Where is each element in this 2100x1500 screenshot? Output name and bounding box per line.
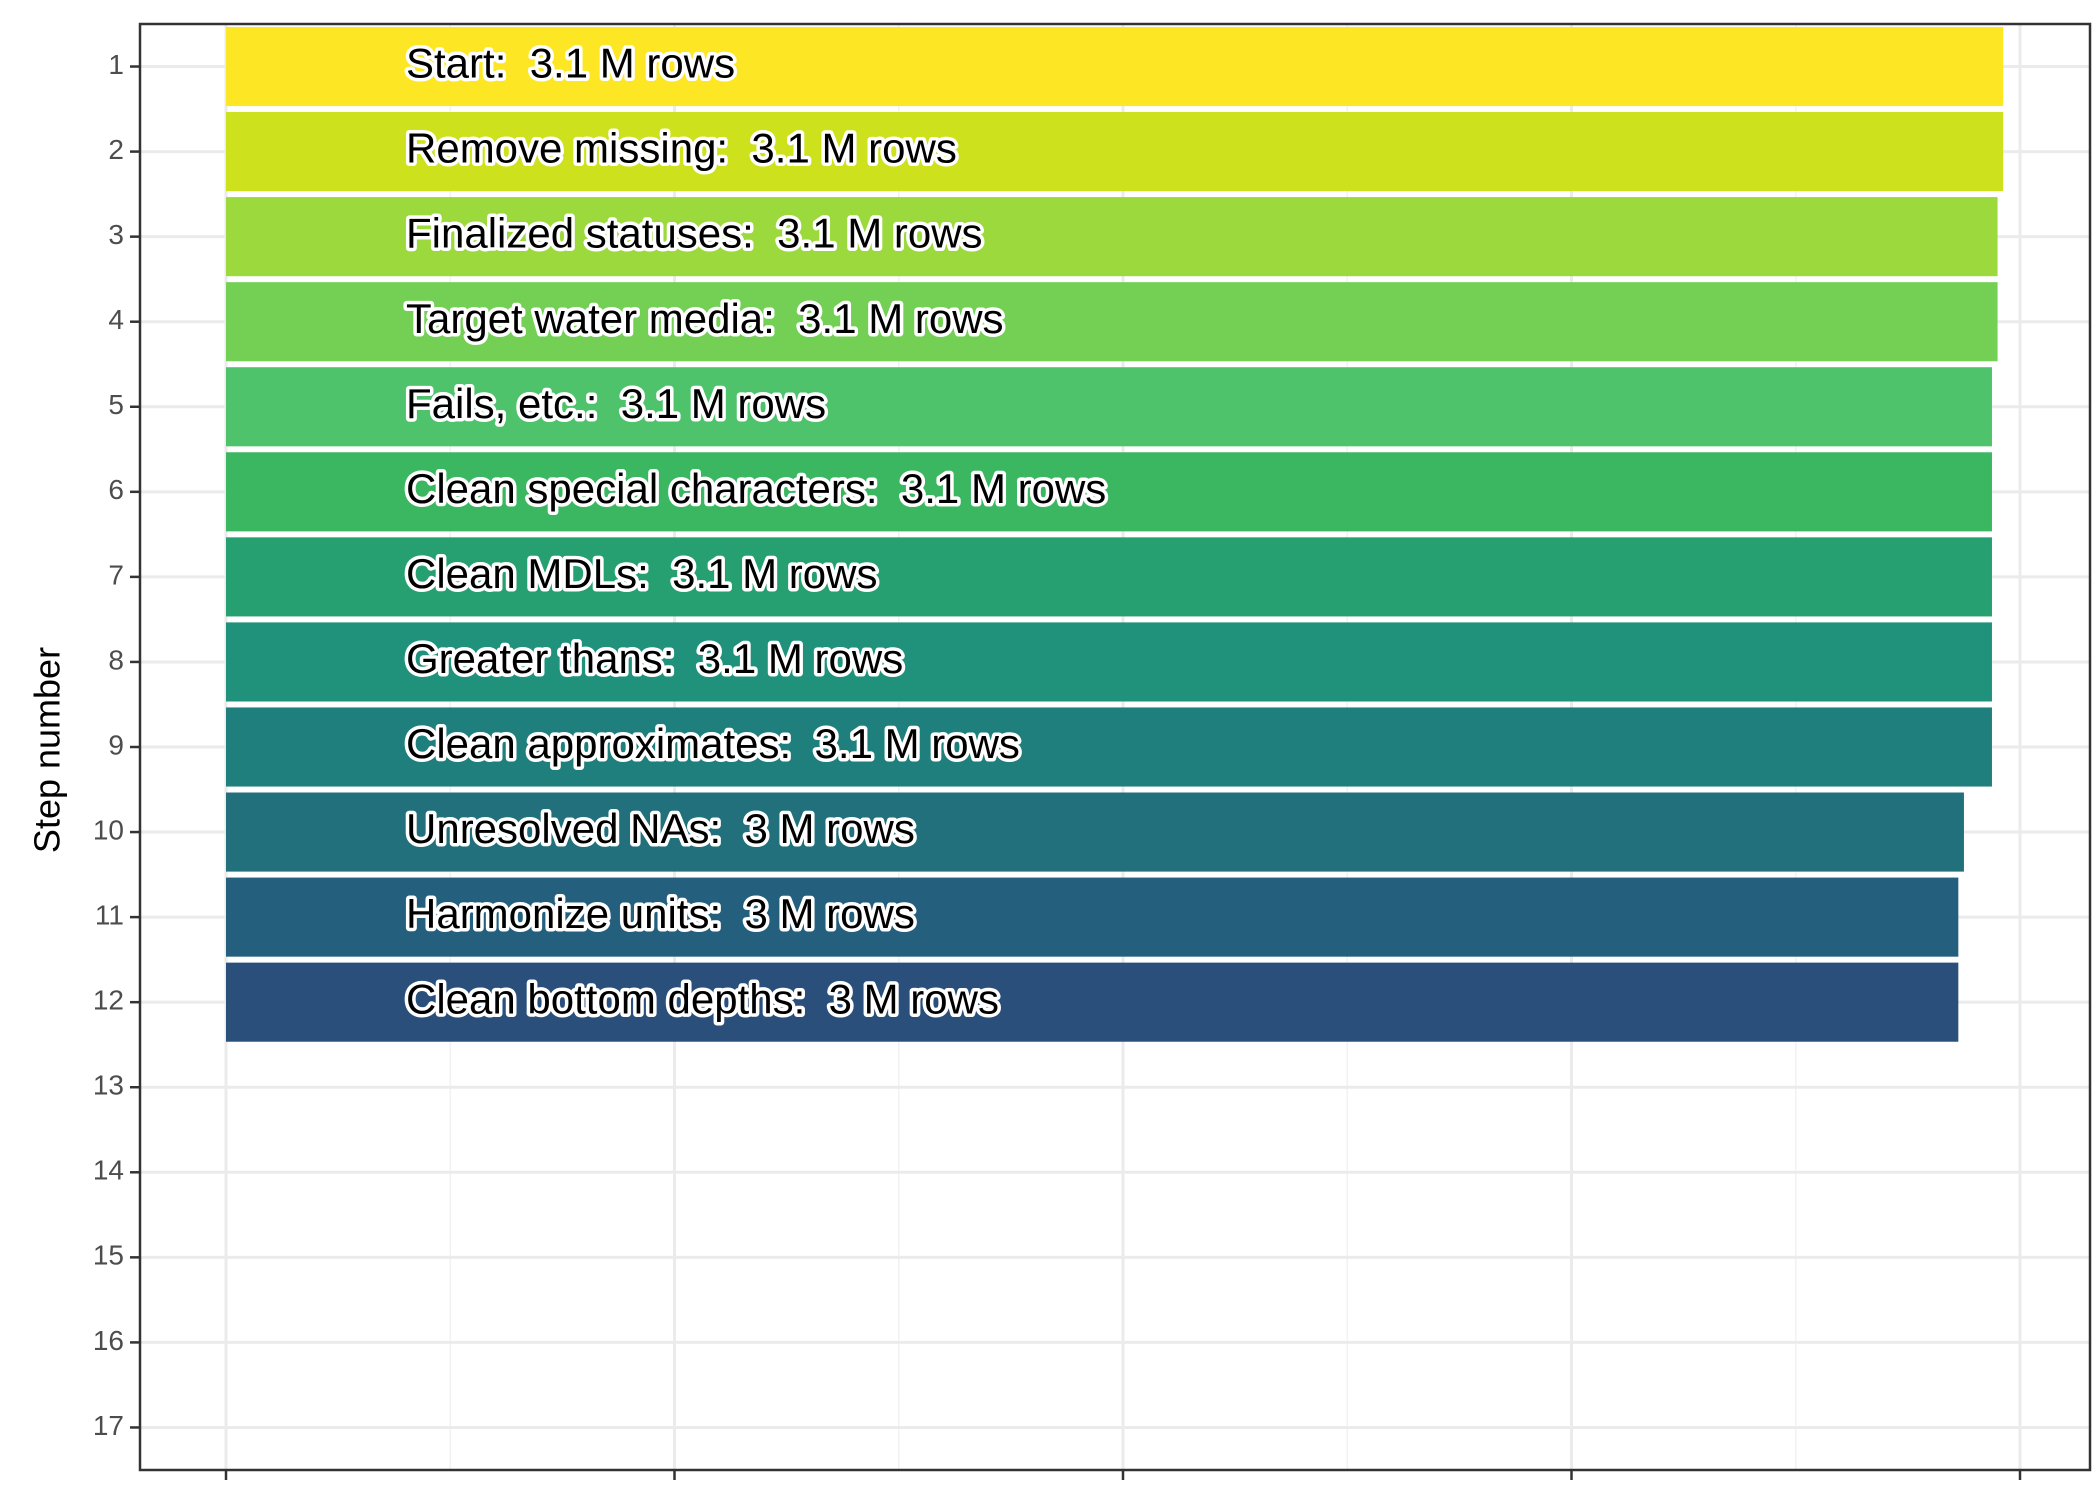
y-tick-label: 6 <box>108 474 124 505</box>
y-tick-label: 5 <box>108 389 124 420</box>
bar-label-step-7: Clean MDLs: 3.1 M rows <box>406 550 877 597</box>
y-tick-label: 3 <box>108 219 124 250</box>
y-tick-label: 2 <box>108 134 124 165</box>
y-tick-label: 4 <box>108 304 124 335</box>
y-tick-label: 8 <box>108 644 124 675</box>
y-tick-label: 13 <box>93 1070 124 1101</box>
bar-label-step-3: Finalized statuses: 3.1 M rows <box>406 210 983 257</box>
y-tick-label: 1 <box>108 49 124 80</box>
bar-label-step-6: Clean special characters: 3.1 M rows <box>406 465 1106 512</box>
bar-label-step-11: Harmonize units: 3 M rows <box>406 890 915 937</box>
y-tick-label: 15 <box>93 1240 124 1271</box>
bar-label-step-2: Remove missing: 3.1 M rows <box>406 125 957 172</box>
y-tick-label: 17 <box>93 1410 124 1441</box>
y-tick-label: 10 <box>93 814 124 845</box>
y-tick-label: 9 <box>108 729 124 760</box>
bar-label-step-5: Fails, etc.: 3.1 M rows <box>406 380 826 427</box>
bar-label-step-8: Greater thans: 3.1 M rows <box>406 635 903 682</box>
y-tick-label: 16 <box>93 1325 124 1356</box>
bar-label-step-12: Clean bottom depths: 3 M rows <box>406 975 999 1022</box>
bar-label-step-4: Target water media: 3.1 M rows <box>406 295 1004 342</box>
y-axis-title: Step number <box>27 647 68 853</box>
y-tick-label: 12 <box>93 985 124 1016</box>
y-tick-label: 7 <box>108 559 124 590</box>
bar-label-step-10: Unresolved NAs: 3 M rows <box>406 805 915 852</box>
y-tick-label: 14 <box>93 1155 124 1186</box>
y-tick-label: 11 <box>95 900 124 931</box>
bar-label-step-9: Clean approximates: 3.1 M rows <box>406 720 1020 767</box>
step-bar-chart: Start: 3.1 M rows Remove missing: 3.1 M r… <box>0 0 2100 1500</box>
bar-label-step-1: Start: 3.1 M rows <box>406 40 735 87</box>
